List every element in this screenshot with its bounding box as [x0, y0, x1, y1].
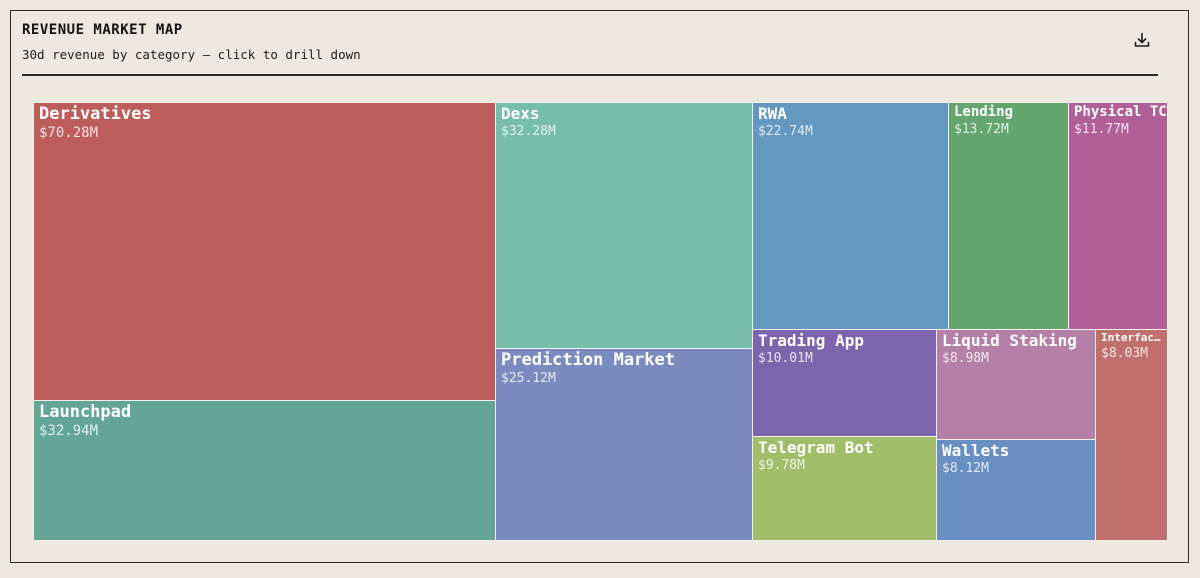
treemap-tile-dexs[interactable]: Dexs $32.28M — [495, 102, 753, 349]
tile-value: $11.77M — [1074, 122, 1129, 137]
treemap-tile-telegram-bot[interactable]: Telegram Bot $9.78M — [752, 436, 937, 541]
tile-label: Physical TC — [1074, 104, 1167, 120]
header-divider — [22, 74, 1158, 76]
tile-label: Interfac… — [1101, 331, 1161, 344]
tile-label: RWA — [758, 104, 787, 123]
tile-label: Telegram Bot — [758, 438, 874, 457]
tile-value: $25.12M — [501, 371, 556, 386]
tile-value: $10.01M — [758, 351, 813, 366]
treemap-tile-rwa[interactable]: RWA $22.74M — [752, 102, 949, 330]
tile-value: $9.78M — [758, 458, 805, 473]
tile-value: $22.74M — [758, 124, 813, 139]
chart-title: REVENUE MARKET MAP — [22, 22, 183, 38]
chart-subtitle: 30d revenue by category — click to drill… — [22, 47, 361, 62]
tile-value: $13.72M — [954, 122, 1009, 137]
download-icon[interactable] — [1131, 29, 1153, 51]
treemap-tile-lending[interactable]: Lending $13.72M — [948, 102, 1069, 330]
treemap-tile-trading-app[interactable]: Trading App $10.01M — [752, 329, 937, 437]
treemap: Derivatives $70.28M Launchpad $32.94M Dexs $3… — [33, 102, 1168, 541]
tile-label: Liquid Staking — [942, 331, 1077, 350]
tile-label: Prediction Market — [501, 350, 675, 370]
tile-value: $32.94M — [39, 423, 99, 439]
treemap-tile-liquid-staking[interactable]: Liquid Staking $8.98M — [936, 329, 1096, 440]
treemap-tile-launchpad[interactable]: Launchpad $32.94M — [33, 400, 496, 541]
tile-label: Lending — [954, 104, 1014, 120]
tile-value: $8.03M — [1101, 346, 1148, 361]
tile-label: Launchpad — [39, 402, 132, 422]
tile-value: $8.12M — [942, 461, 989, 476]
treemap-tile-derivatives[interactable]: Derivatives $70.28M — [33, 102, 496, 401]
treemap-tile-prediction-market[interactable]: Prediction Market $25.12M — [495, 348, 753, 541]
treemap-tile-wallets[interactable]: Wallets $8.12M — [936, 439, 1096, 541]
tile-label: Dexs — [501, 104, 540, 123]
tile-value: $70.28M — [39, 125, 99, 141]
tile-value: $8.98M — [942, 351, 989, 366]
tile-value: $32.28M — [501, 124, 556, 139]
tile-label: Wallets — [942, 441, 1010, 460]
tile-label: Derivatives — [39, 104, 152, 124]
treemap-tile-interface[interactable]: Interfac… $8.03M — [1095, 329, 1168, 541]
tile-label: Trading App — [758, 331, 864, 350]
treemap-tile-physical-tcg[interactable]: Physical TC $11.77M — [1068, 102, 1168, 330]
